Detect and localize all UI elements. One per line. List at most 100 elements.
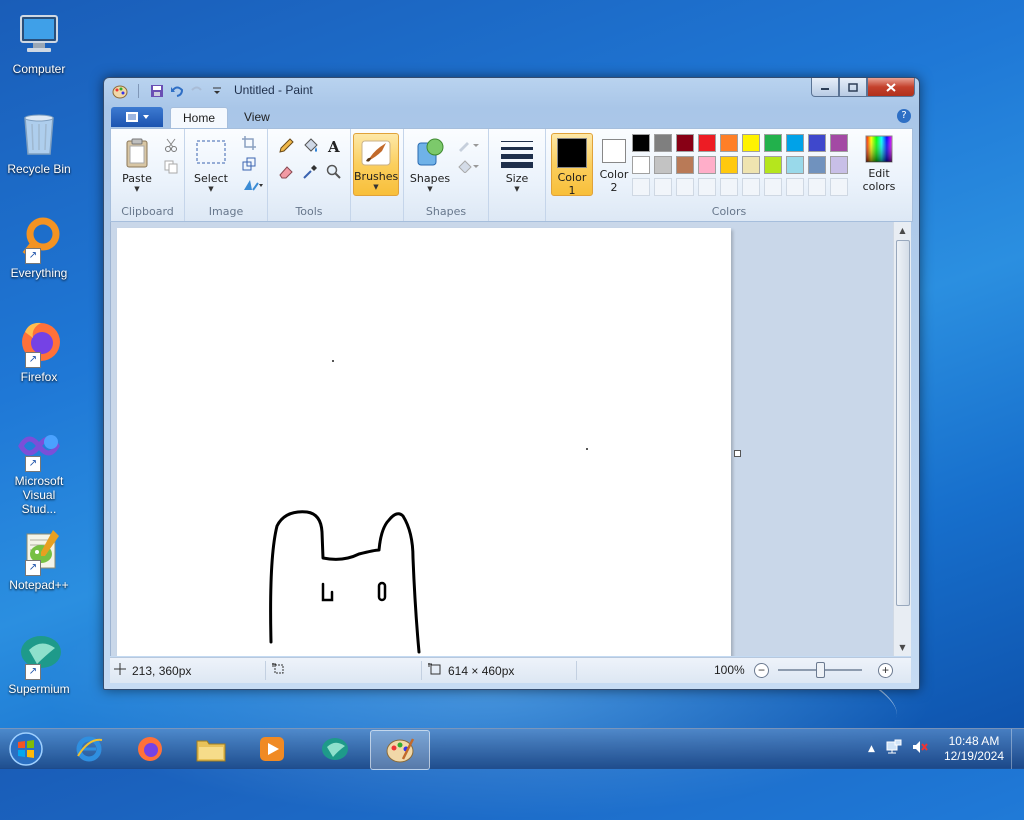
drawing-canvas[interactable]: [117, 228, 731, 656]
palette-custom-slot[interactable]: [632, 178, 650, 196]
undo-icon[interactable]: [169, 83, 185, 99]
taskbar-paint[interactable]: [370, 730, 430, 770]
palette-custom-slot[interactable]: [830, 178, 848, 196]
palette-swatch[interactable]: [764, 156, 782, 174]
palette-custom-slot[interactable]: [720, 178, 738, 196]
brushes-button[interactable]: Brushes ▼: [353, 133, 399, 196]
color1-button[interactable]: Color 1: [551, 133, 593, 197]
palette-swatch[interactable]: [676, 156, 694, 174]
palette-swatch[interactable]: [698, 156, 716, 174]
show-hidden-icons-icon[interactable]: ▲: [868, 744, 875, 754]
supermium-icon: ↗: [15, 630, 63, 680]
rotate-icon[interactable]: [239, 175, 267, 195]
paint-app-icon[interactable]: [112, 83, 128, 99]
canvas-area[interactable]: [110, 222, 894, 656]
desktop-icon-notepad-plus-plus[interactable]: ↗ Notepad++: [4, 526, 74, 592]
palette-swatch[interactable]: [632, 156, 650, 174]
taskbar-internet-explorer[interactable]: [60, 730, 118, 768]
quick-access-toolbar: [112, 83, 225, 99]
resize-icon[interactable]: [239, 154, 259, 174]
firefox-icon: [138, 737, 162, 761]
desktop-icon-everything[interactable]: ↗ Everything: [4, 214, 74, 280]
palette-swatch[interactable]: [632, 134, 650, 152]
recycle-bin-icon: [15, 110, 63, 158]
palette-custom-slot[interactable]: [742, 178, 760, 196]
select-button[interactable]: Select ▼: [191, 137, 231, 193]
volume-muted-icon[interactable]: [911, 739, 929, 758]
close-button[interactable]: [867, 78, 915, 97]
palette-custom-slot[interactable]: [698, 178, 716, 196]
redo-icon[interactable]: [189, 83, 205, 99]
customize-toolbar-icon[interactable]: [209, 83, 225, 99]
palette-custom-slot[interactable]: [676, 178, 694, 196]
palette-swatch[interactable]: [764, 134, 782, 152]
show-desktop-button[interactable]: [1011, 729, 1024, 769]
paint-menu-button[interactable]: [111, 107, 163, 127]
fill-bucket-icon[interactable]: [298, 135, 322, 157]
tab-home[interactable]: Home: [170, 107, 229, 129]
fill-icon[interactable]: [456, 156, 482, 176]
color2-button[interactable]: Color 2: [595, 133, 633, 194]
text-icon[interactable]: A: [322, 135, 346, 157]
vertical-scrollbar[interactable]: ▲ ▼: [893, 222, 911, 656]
desktop-icon-recycle-bin[interactable]: Recycle Bin: [4, 110, 74, 176]
desktop-icon-supermium[interactable]: ↗ Supermium: [4, 630, 74, 696]
palette-swatch[interactable]: [698, 134, 716, 152]
desktop-icon-label: Recycle Bin: [7, 162, 71, 176]
palette-swatch[interactable]: [720, 156, 738, 174]
desktop-icon-computer[interactable]: Computer: [4, 10, 74, 76]
palette-swatch[interactable]: [742, 134, 760, 152]
minimize-button[interactable]: [811, 78, 839, 97]
palette-swatch[interactable]: [786, 156, 804, 174]
palette-swatch[interactable]: [676, 134, 694, 152]
desktop-icon-firefox[interactable]: ↗ Firefox: [4, 318, 74, 384]
palette-swatch[interactable]: [830, 134, 848, 152]
palette-swatch[interactable]: [742, 156, 760, 174]
clock[interactable]: 10:48 AM 12/19/2024: [944, 734, 1004, 764]
scroll-down-icon[interactable]: ▼: [894, 639, 911, 656]
network-icon[interactable]: [885, 739, 903, 758]
group-image: Select ▼ Image: [185, 129, 268, 221]
save-icon[interactable]: [149, 83, 165, 99]
palette-custom-slot[interactable]: [786, 178, 804, 196]
taskbar-firefox[interactable]: [121, 730, 179, 768]
zoom-in-icon[interactable]: +: [878, 663, 893, 678]
taskbar-media-player[interactable]: [243, 730, 301, 768]
help-icon[interactable]: ?: [897, 109, 911, 123]
palette-swatch[interactable]: [786, 134, 804, 152]
eraser-icon[interactable]: [274, 161, 298, 183]
visual-studio-icon: ↗: [15, 422, 63, 472]
scroll-thumb[interactable]: [896, 240, 910, 606]
palette-swatch[interactable]: [720, 134, 738, 152]
palette-swatch[interactable]: [808, 156, 826, 174]
edit-colors-button[interactable]: Edit colors: [854, 133, 904, 193]
palette-swatch[interactable]: [808, 134, 826, 152]
maximize-button[interactable]: [839, 78, 867, 97]
scroll-up-icon[interactable]: ▲: [894, 222, 911, 239]
size-button[interactable]: Size ▼: [495, 137, 539, 193]
copy-icon[interactable]: [161, 157, 181, 177]
color-picker-icon[interactable]: [298, 161, 322, 183]
magnifier-icon[interactable]: [322, 161, 346, 183]
palette-custom-slot[interactable]: [808, 178, 826, 196]
pencil-icon[interactable]: [274, 135, 298, 157]
palette-custom-slot[interactable]: [654, 178, 672, 196]
tab-view[interactable]: View: [232, 107, 282, 128]
start-button[interactable]: [6, 731, 46, 767]
zoom-slider-thumb[interactable]: [816, 662, 825, 678]
palette-swatch[interactable]: [654, 134, 672, 152]
taskbar-explorer[interactable]: [182, 730, 240, 768]
palette-custom-slot[interactable]: [764, 178, 782, 196]
crop-icon[interactable]: [239, 133, 259, 153]
shapes-button[interactable]: Shapes ▼: [408, 137, 452, 193]
title-bar[interactable]: Untitled - Paint: [104, 78, 919, 104]
palette-swatch[interactable]: [830, 156, 848, 174]
cut-icon[interactable]: [161, 135, 181, 155]
zoom-out-icon[interactable]: −: [754, 663, 769, 678]
canvas-resize-handle[interactable]: [734, 450, 741, 457]
outline-icon[interactable]: [456, 135, 482, 155]
palette-swatch[interactable]: [654, 156, 672, 174]
desktop-icon-visual-studio[interactable]: ↗ Microsoft Visual Stud...: [4, 422, 74, 516]
taskbar-supermium[interactable]: [306, 730, 364, 768]
paste-button[interactable]: Paste ▼: [117, 137, 157, 193]
